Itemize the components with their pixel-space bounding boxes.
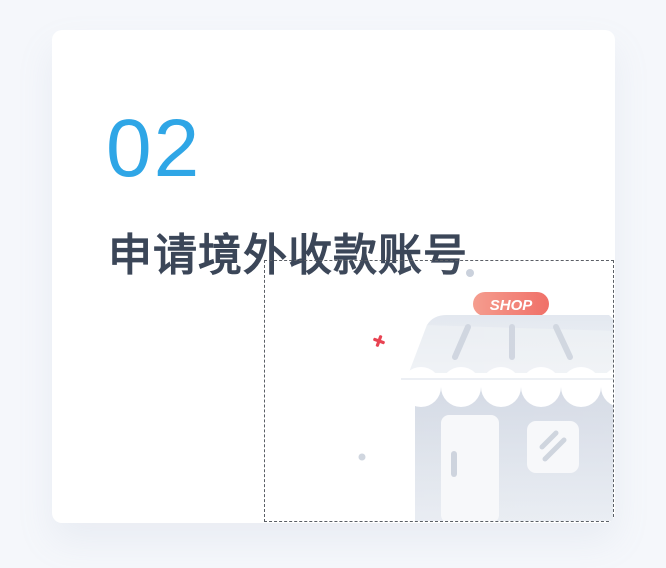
shop-storefront-icon: SHOP	[265, 261, 613, 521]
shop-illustration: SHOP	[264, 260, 614, 522]
step-card: 02 申请境外收款账号 SHOP	[52, 30, 615, 523]
step-number: 02	[106, 103, 202, 194]
page: 02 申请境外收款账号 SHOP	[0, 0, 666, 568]
